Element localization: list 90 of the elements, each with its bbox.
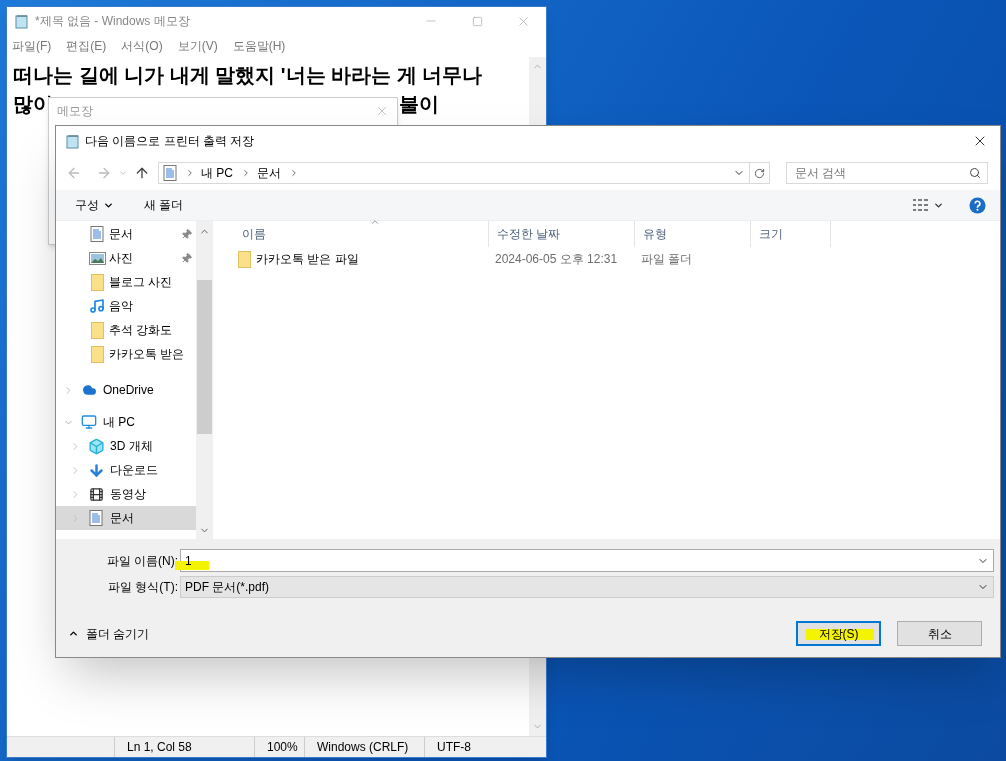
filename-input[interactable]: 1 [185, 551, 977, 570]
breadcrumb-separator-icon [185, 168, 195, 178]
breadcrumb-separator-icon [241, 168, 251, 178]
menu-item[interactable]: 파일(F) [12, 37, 52, 55]
dialog-title: 다음 이름으로 프린터 출력 저장 [85, 133, 255, 150]
notepad-icon [65, 133, 81, 149]
nav-quick-access-item[interactable]: 문서 [56, 222, 196, 246]
view-options-icon[interactable] [913, 199, 944, 211]
nav-label: 블로그 사진 [109, 274, 173, 291]
nav-tree-item[interactable]: 동영상 [56, 482, 196, 506]
nav-label: 다운로드 [110, 462, 158, 479]
nav-quick-access-item[interactable]: 카카오톡 받은 [56, 342, 196, 366]
nav-quick-access-item[interactable]: 사진 [56, 246, 196, 270]
nav-label: 3D 개체 [110, 438, 153, 455]
organize-button[interactable]: 구성 [75, 196, 114, 214]
menu-item[interactable]: 도움말(H) [232, 37, 286, 55]
column-header[interactable]: 크기 [751, 221, 831, 247]
status-text: Ln 1, Col 58 [115, 737, 255, 757]
folder-icon [90, 345, 104, 363]
nav-tree-item[interactable]: 문서 [56, 506, 196, 530]
nav-label: 추석 강화도 [109, 322, 173, 339]
breadcrumb-separator-icon [289, 168, 299, 178]
cube-icon [87, 437, 105, 455]
monitor-icon [80, 414, 98, 430]
folder-icon [90, 321, 104, 339]
dialog-button[interactable]: 저장(S) [796, 621, 881, 646]
notepad-icon [14, 13, 30, 29]
status-text: 100% [255, 737, 305, 757]
file-row[interactable]: 카카오톡 받은 파일 2024-06-05 오후 12:31 파일 폴더 [234, 247, 1000, 271]
menu-item[interactable]: 서식(O) [121, 37, 163, 55]
nav-tree-item[interactable]: 내 PC [56, 410, 196, 434]
menu-item[interactable]: 보기(V) [177, 37, 218, 55]
nav-quick-access-item[interactable]: 음악 [56, 294, 196, 318]
button-label: 폴더 숨기기 [86, 625, 150, 643]
nav-quick-access-item[interactable]: 블로그 사진 [56, 270, 196, 294]
nav-label: 카카오톡 받은 [109, 346, 185, 363]
document-icon [163, 165, 177, 181]
column-header[interactable]: 수정한 날짜 [489, 221, 635, 247]
up-icon[interactable] [134, 165, 150, 181]
close-icon[interactable] [375, 104, 389, 118]
forward-icon[interactable] [96, 165, 112, 181]
music-note-icon [89, 297, 105, 315]
column-header[interactable]: 이름 [234, 221, 489, 247]
document-icon [89, 510, 103, 526]
status-text: Windows (CRLF) [305, 737, 425, 757]
refresh-icon [754, 167, 765, 179]
search-field[interactable]: 문서 검색 [786, 162, 988, 184]
nav-tree-item[interactable]: 3D 개체 [56, 434, 196, 458]
scrollbar-thumb[interactable] [197, 280, 212, 434]
film-icon [88, 485, 104, 503]
file-name: 카카오톡 받은 파일 [256, 251, 359, 268]
help-icon[interactable] [969, 196, 986, 214]
dialog-button[interactable]: 취소 [897, 621, 982, 646]
nav-label: 동영상 [110, 486, 146, 503]
field-label: 파일 이름(N): [105, 552, 179, 570]
nav-label: 음악 [109, 298, 133, 315]
nav-label: 사진 [109, 250, 133, 267]
new-folder-button[interactable]: 새 폴더 [144, 196, 184, 214]
document-icon [90, 226, 104, 242]
file-type: 파일 폴더 [640, 251, 694, 268]
folder-icon [90, 273, 104, 291]
status-text: UTF-8 [436, 739, 472, 756]
nav-label: OneDrive [103, 382, 154, 399]
nav-tree-item[interactable]: OneDrive [56, 378, 196, 402]
filetype-dropdown[interactable]: PDF 문서(*.pdf) [180, 575, 994, 598]
nav-label: 문서 [110, 510, 134, 527]
pictures-icon [88, 251, 106, 265]
breadcrumb-item[interactable]: 내 PC [201, 164, 233, 182]
window-title: 메모장 [57, 103, 93, 120]
menu-item[interactable]: 편집(E) [66, 37, 107, 55]
caret-icon [68, 628, 79, 639]
maximize-icon [471, 15, 483, 27]
search-input[interactable]: 문서 검색 [795, 164, 969, 182]
hide-folders-button[interactable]: 폴더 숨기기 [68, 624, 150, 643]
window-title: *제목 없음 - Windows 메모장 [35, 13, 190, 30]
field-label: 파일 형식(T): [107, 578, 179, 596]
nav-label: 문서 [109, 226, 133, 243]
file-modified-date: 2024-06-05 오후 12:31 [494, 251, 619, 268]
address-bar[interactable]: 내 PC 문서 [158, 162, 770, 184]
folder-icon [238, 250, 251, 268]
nav-quick-access-item[interactable]: 추석 강화도 [56, 318, 196, 342]
recent-dropdown-icon[interactable] [118, 168, 128, 178]
breadcrumb-item[interactable]: 문서 [257, 164, 281, 182]
nav-tree-item[interactable]: 다운로드 [56, 458, 196, 482]
search-icon [969, 167, 981, 179]
sort-ascending-icon [370, 217, 380, 227]
highlighter-mark [806, 629, 874, 640]
column-header[interactable]: 유형 [635, 221, 751, 247]
nav-label: 내 PC [103, 414, 135, 431]
back-icon[interactable] [66, 165, 82, 181]
